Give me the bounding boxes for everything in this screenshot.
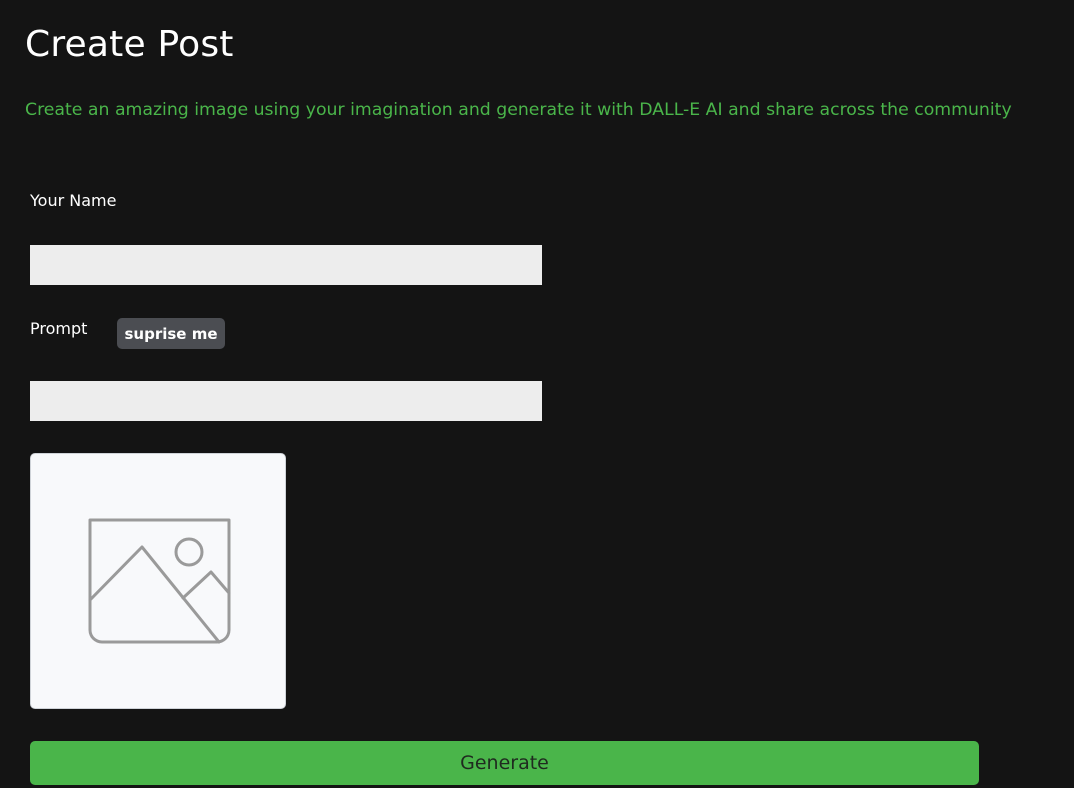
- prompt-input[interactable]: [30, 381, 542, 421]
- create-post-page: Create Post Create an amazing image usin…: [0, 0, 1074, 788]
- page-title: Create Post: [25, 24, 234, 65]
- name-input[interactable]: [30, 245, 542, 285]
- prompt-label: Prompt: [30, 319, 88, 338]
- generate-button[interactable]: Generate: [30, 741, 979, 785]
- name-label: Your Name: [30, 191, 117, 210]
- image-placeholder-icon: [88, 518, 231, 644]
- surprise-me-button[interactable]: suprise me: [117, 318, 225, 349]
- image-preview: [30, 453, 286, 709]
- page-subtitle: Create an amazing image using your imagi…: [25, 100, 1012, 120]
